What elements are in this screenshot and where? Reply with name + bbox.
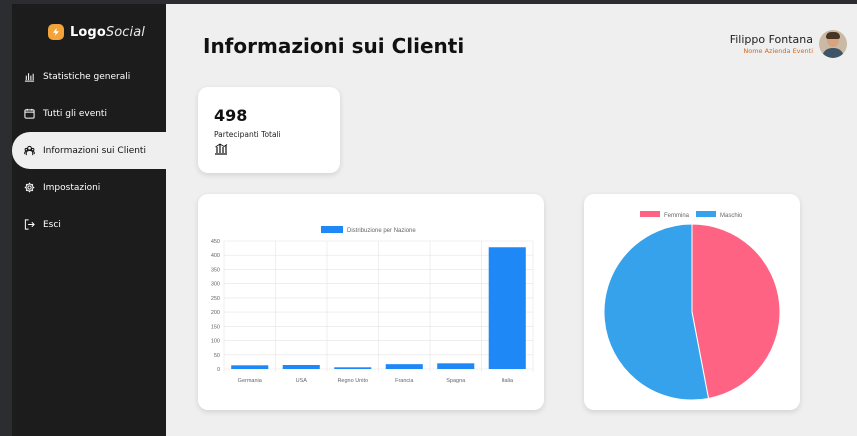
legend-swatch <box>640 211 660 217</box>
legend-label: Femmina <box>664 213 690 219</box>
page-title: Informazioni sui Clienti <box>203 34 465 58</box>
x-tick-label: Germania <box>238 378 263 384</box>
calendar-icon <box>24 108 35 119</box>
sidebar-item-label: Informazioni sui Clienti <box>43 145 146 156</box>
stat-value: 498 <box>214 106 248 125</box>
x-tick-label: Regno Unito <box>337 378 368 384</box>
legend-swatch <box>321 226 343 233</box>
x-tick-label: Italia <box>501 378 514 384</box>
y-tick-label: 100 <box>211 339 220 345</box>
sidebar-item-esci[interactable]: Esci <box>12 206 166 243</box>
y-tick-label: 450 <box>211 239 220 245</box>
user-text: Filippo Fontana Nome Azienda Eventi <box>730 33 813 55</box>
logo-light: Social <box>105 24 146 40</box>
sidebar-item-label: Statistiche generali <box>43 71 131 82</box>
sidebar-item-statistiche[interactable]: Statistiche generali <box>12 58 166 95</box>
bar <box>334 367 372 369</box>
sidebar-item-label: Esci <box>43 219 61 230</box>
avatar-body <box>822 48 844 58</box>
sidebar-item-impostazioni[interactable]: Impostazioni <box>12 169 166 206</box>
pie-slice <box>691 223 781 400</box>
y-tick-label: 400 <box>211 253 220 259</box>
chart-columns-icon <box>215 143 228 155</box>
y-tick-label: 150 <box>211 324 220 330</box>
x-tick-label: Spagna <box>446 378 466 384</box>
x-tick-label: USA <box>296 378 308 384</box>
avatar[interactable] <box>819 30 847 58</box>
legend-label: Distribuzione per Nazione <box>347 228 416 234</box>
y-tick-label: 50 <box>214 353 220 359</box>
y-tick-label: 350 <box>211 267 220 273</box>
logout-icon <box>24 219 35 230</box>
chart-legend: Distribuzione per Nazione <box>321 226 416 234</box>
sidebar: LogoSocial Statistiche generali Tutti gl… <box>12 4 166 436</box>
users-icon <box>24 145 35 156</box>
user-company: Nome Azienda Eventi <box>743 47 813 55</box>
legend-swatch <box>696 211 716 217</box>
main-content: Informazioni sui Clienti Filippo Fontana… <box>166 4 857 436</box>
stat-card-participants: 498 Partecipanti Totali <box>198 87 340 173</box>
bar <box>488 247 526 369</box>
logo-bolt-icon <box>48 24 64 40</box>
bar-chart-card: Distribuzione per Nazione 0 50 100 150 200 250… <box>198 194 544 410</box>
legend-label: Maschio <box>720 213 743 219</box>
y-tick-label: 200 <box>211 310 220 316</box>
bar <box>282 365 320 369</box>
chart-columns-icon <box>24 73 35 82</box>
sidebar-item-clienti[interactable]: Informazioni sui Clienti <box>12 132 166 169</box>
gear-icon <box>24 182 35 193</box>
sidebar-item-eventi[interactable]: Tutti gli eventi <box>12 95 166 132</box>
logo-bold: Logo <box>70 24 106 40</box>
logo[interactable]: LogoSocial <box>48 24 145 40</box>
user-profile[interactable]: Filippo Fontana Nome Azienda Eventi <box>730 30 847 58</box>
avatar-hair <box>826 32 840 39</box>
sidebar-item-label: Tutti gli eventi <box>43 108 107 119</box>
logo-text: LogoSocial <box>70 25 145 40</box>
user-name: Filippo Fontana <box>729 33 813 46</box>
bar <box>437 363 475 369</box>
y-tick-label: 0 <box>217 367 220 373</box>
bar-chart: Distribuzione per Nazione 0 50 100 150 200 250… <box>211 226 534 384</box>
y-tick-label: 300 <box>211 282 220 288</box>
sidebar-item-label: Impostazioni <box>43 182 101 193</box>
app-window: LogoSocial Statistiche generali Tutti gl… <box>0 0 857 436</box>
chart-legend: Femmina Maschio <box>640 211 743 219</box>
pie-chart-card: Femmina Maschio <box>584 194 800 410</box>
sidebar-nav: Statistiche generali Tutti gli eventi In… <box>12 58 166 243</box>
bar <box>385 364 423 369</box>
bar <box>231 365 269 369</box>
stat-label: Partecipanti Totali <box>214 130 281 139</box>
x-tick-label: Francia <box>395 378 414 384</box>
pie-chart: Femmina Maschio <box>603 211 781 401</box>
y-tick-label: 250 <box>211 296 220 302</box>
